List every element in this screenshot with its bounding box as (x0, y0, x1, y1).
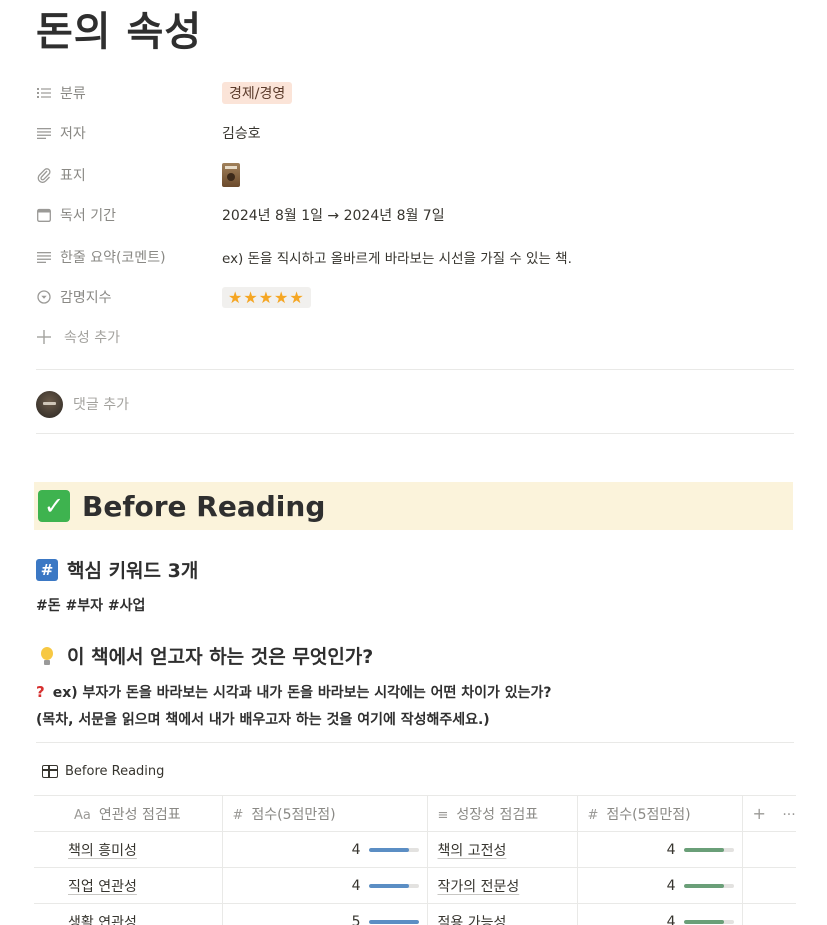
score-cell[interactable]: 4 (222, 831, 428, 868)
property-row-category[interactable]: 분류 경제/경영 (36, 76, 796, 110)
goal-question[interactable]: ? ex) 부자가 돈을 바라보는 시각과 내가 돈을 바라보는 시각에는 어떤 … (36, 682, 552, 702)
stars-rating[interactable]: ★★★★★ (222, 286, 311, 308)
add-property-label: 속성 추가 (64, 330, 120, 346)
score-bar (368, 847, 419, 852)
database-title[interactable]: Before Reading (42, 764, 164, 779)
property-row-author[interactable]: 저자 김승호 (36, 116, 796, 150)
score-bar (683, 919, 734, 924)
column-header[interactable]: ≡ 성장성 점검표 (427, 795, 578, 832)
column-header[interactable]: Aa 연관성 점검표 (34, 795, 223, 832)
item-cell[interactable]: 생활 연관성 (34, 903, 223, 925)
score-cell[interactable]: 4 (577, 903, 743, 925)
property-name: 표지 (60, 168, 86, 184)
property-row-cover[interactable]: 표지 (36, 158, 796, 192)
before-reading-table: Aa 연관성 점검표 # 점수(5점만점) ≡ 성장성 점검표 # 점수(5점만점) +… (34, 795, 796, 925)
number-icon: # (587, 807, 599, 823)
page-title[interactable]: 돈의 속성 (36, 4, 202, 60)
author-value[interactable]: 김승호 (222, 123, 261, 143)
paperclip-icon (36, 167, 52, 183)
question-mark-icon: ? (36, 683, 45, 701)
add-property-button[interactable]: 속성 추가 (36, 320, 796, 354)
score-cell[interactable]: 4 (577, 867, 743, 904)
property-name: 분류 (60, 86, 86, 102)
divider (36, 742, 794, 743)
add-column-icon[interactable]: + (753, 804, 766, 823)
list-icon (36, 85, 52, 101)
score-cell[interactable]: 5 (222, 903, 428, 925)
category-tag[interactable]: 경제/경영 (222, 82, 293, 104)
score-bar (368, 919, 419, 924)
goal-question-text: ex) 부자가 돈을 바라보는 시각과 내가 돈을 바라보는 시각에는 어떤 차… (52, 685, 552, 701)
property-row-reading-period[interactable]: 독서 기간 2024년 8월 1일 → 2024년 8월 7일 (36, 198, 796, 232)
database-title-text: Before Reading (65, 764, 165, 779)
property-name: 독서 기간 (60, 208, 116, 224)
summary-value[interactable]: ex) 돈을 직시하고 올바르게 바라보는 시선을 가질 수 있는 책. (222, 247, 572, 267)
reading-period-value[interactable]: 2024년 8월 1일 → 2024년 8월 7일 (222, 205, 445, 225)
property-row-impression[interactable]: 감명지수 ★★★★★ (36, 280, 796, 314)
item-cell[interactable]: 책의 고전성 (427, 831, 578, 868)
avatar (36, 390, 63, 418)
score-bar (683, 847, 734, 852)
empty-cell (742, 867, 796, 904)
table-row[interactable]: 직업 연관성 4 작가의 전문성 4 (34, 867, 796, 904)
property-name: 한줄 요약(코멘트) (60, 250, 166, 266)
comment-placeholder[interactable]: 댓글 추가 (73, 394, 129, 414)
item-cell[interactable]: 책의 흥미성 (34, 831, 223, 868)
column-header[interactable]: # 점수(5점만점) (222, 795, 428, 832)
keywords-heading-text[interactable]: 핵심 키워드 3개 (67, 556, 198, 583)
plus-icon (36, 329, 52, 345)
select-icon (36, 289, 52, 305)
score-bar (683, 883, 734, 888)
column-header[interactable]: # 점수(5점만점) (577, 795, 743, 832)
item-cell[interactable]: 적용 가능성 (427, 903, 578, 925)
divider (36, 433, 794, 434)
item-cell[interactable]: 작가의 전문성 (427, 867, 578, 904)
score-cell[interactable]: 4 (577, 831, 743, 868)
goal-heading-text[interactable]: 이 책에서 얻고자 하는 것은 무엇인가? (67, 642, 373, 669)
table-row[interactable]: 생활 연관성 5 적용 가능성 4 (34, 903, 796, 925)
more-options-icon[interactable]: ··· (782, 807, 795, 823)
text-icon (36, 125, 52, 141)
property-name: 감명지수 (60, 290, 112, 306)
divider (36, 369, 794, 370)
hash-icon: # (36, 558, 58, 581)
text-icon (36, 249, 52, 265)
keywords-heading: # 핵심 키워드 3개 (36, 556, 198, 583)
column-actions: + ··· (742, 795, 796, 832)
calendar-icon (36, 207, 52, 223)
table-header-row: Aa 연관성 점검표 # 점수(5점만점) ≡ 성장성 점검표 # 점수(5점만점) +… (34, 795, 796, 832)
text-icon: ≡ (437, 807, 449, 823)
title-property-icon: Aa (74, 807, 91, 823)
goal-instruction[interactable]: (목차, 서문을 읽으며 책에서 내가 배우고자 하는 것을 여기에 작성해주세… (36, 709, 490, 729)
property-row-summary[interactable]: 한줄 요약(코멘트) ex) 돈을 직시하고 올바르게 바라보는 시선을 가질 … (36, 240, 796, 274)
score-bar (368, 883, 419, 888)
number-icon: # (232, 807, 244, 823)
before-reading-callout: ✓ Before Reading (34, 482, 793, 530)
property-name: 저자 (60, 126, 86, 142)
goal-heading: 이 책에서 얻고자 하는 것은 무엇인가? (36, 642, 373, 669)
light-bulb-icon (36, 645, 58, 667)
table-icon (42, 765, 58, 778)
check-mark-button-icon: ✓ (38, 490, 70, 522)
empty-cell (742, 903, 796, 925)
book-cover-image[interactable] (222, 163, 240, 187)
callout-title[interactable]: Before Reading (82, 490, 325, 523)
empty-cell (742, 831, 796, 868)
score-cell[interactable]: 4 (222, 867, 428, 904)
add-comment-row[interactable]: 댓글 추가 (36, 388, 129, 420)
keywords-text[interactable]: #돈 #부자 #사업 (36, 595, 145, 615)
item-cell[interactable]: 직업 연관성 (34, 867, 223, 904)
table-row[interactable]: 책의 흥미성 4 책의 고전성 4 (34, 831, 796, 868)
